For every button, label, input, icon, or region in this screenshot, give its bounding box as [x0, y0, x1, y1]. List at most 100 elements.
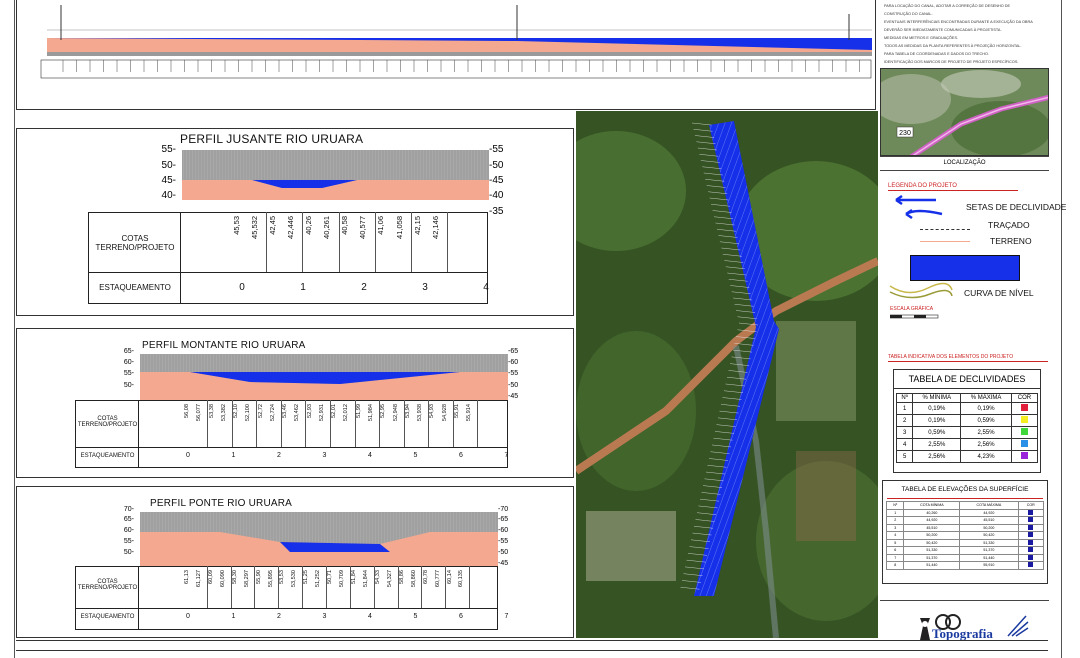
table-row: 6 51,330 51,370 [885, 546, 1044, 555]
color-swatch [1020, 404, 1028, 411]
y-tick-right: -55 [498, 538, 509, 545]
color-swatch [1028, 509, 1034, 515]
y-tick-left: 65- [123, 348, 134, 355]
elevation-table: Nº COTA MÍNIMA COTA MÁXIMA COR 1 40,260 44,92… [885, 501, 1044, 570]
table-row: 4 50,200 50,420 [885, 531, 1044, 540]
y-tick-right: -55 [489, 144, 504, 155]
station-label: 3 [322, 613, 327, 620]
slope-table-header: % MÍNIMA [912, 393, 962, 403]
profile-title: PERFIL JUSANTE RIO URUARA [180, 132, 364, 146]
y-tick-left: 55- [161, 144, 176, 155]
cota-value: 58,30 [231, 570, 238, 584]
cota-value: 41,06 [376, 216, 386, 235]
station-label: 2 [361, 282, 367, 293]
cota-value: 60,090 [219, 570, 226, 588]
station-label: 0 [239, 282, 245, 293]
profile-section-drawing [140, 512, 498, 566]
cota-value: 54,33 [374, 570, 381, 584]
contour-lines-icon [889, 282, 953, 299]
cota-value: 53,938 [417, 404, 424, 422]
cota-value: 42,15 [412, 216, 422, 235]
color-swatch [1028, 554, 1034, 560]
station-label: 3 [322, 451, 327, 459]
location-caption: LOCALIZAÇÃO [943, 160, 986, 166]
cota-value: 55,895 [267, 570, 274, 588]
location-map: 230 [880, 68, 1049, 156]
elevation-table-header: Nº [885, 501, 905, 510]
table-row: 3 0,59% 2,55% [895, 426, 1039, 439]
table-row: 3 45,510 50,200 [885, 523, 1044, 532]
cota-value: 52,931 [318, 404, 325, 422]
y-tick-left: 45- [161, 175, 176, 186]
cota-value: 56,08 [184, 404, 190, 418]
y-tick-right: -70 [498, 506, 509, 513]
cota-value: 53,38 [208, 404, 215, 418]
y-tick-right: -45 [489, 175, 504, 186]
legend-item-contour: CURVA DE NÍVEL [964, 288, 1034, 298]
table-row: 2 0,19% 0,59% [895, 414, 1039, 427]
y-tick-right: -40 [489, 190, 504, 201]
station-label: 0 [186, 451, 190, 459]
cota-value: 40,58 [340, 216, 350, 235]
row-label-estaq: ESTAQUEAMENTO [80, 614, 135, 620]
cota-value: 55,914 [466, 404, 473, 422]
slope-table-header: Nº [895, 393, 914, 403]
top-notes: PARA LOCAÇÃO DO CANAL, ADOTAR A CORREÇÃO… [884, 0, 1046, 68]
cota-value: 53,46 [282, 404, 289, 418]
cota-value: 54,928 [441, 404, 448, 422]
longitudinal-profile-panel [16, 0, 876, 110]
y-tick-right: -60 [498, 527, 509, 534]
elevation-table-header: COR [1017, 501, 1044, 510]
profile-section-drawing [140, 354, 508, 400]
cota-value: 53,462 [294, 404, 301, 422]
station-label: 4 [368, 613, 372, 620]
table-row: 1 40,260 44,920 [885, 508, 1044, 517]
cota-value: 60,78 [422, 570, 429, 584]
note-line: PARA TABELA DE COORDENADAS E DADOS DO TR… [884, 52, 990, 56]
legend-item-route: TRAÇADO [988, 220, 1030, 230]
note-line: MEDIDAS EM METROS E GRADUAÇÕES. [884, 36, 959, 40]
cota-value: 56,077 [196, 404, 203, 422]
slope-table-box: TABELA DE DECLIVIDADES Nº% MÍNIMA% MÁXIM… [893, 369, 1041, 473]
cota-value: 42,146 [430, 216, 440, 239]
cota-value: 50,709 [339, 570, 346, 588]
station-label: 7 [504, 451, 509, 459]
row-label-estaq: ESTAQUEAMENTO [99, 283, 171, 292]
cota-value: 45,53 [232, 216, 241, 235]
plan-view-drawing [576, 111, 878, 638]
table-row: 2 44,920 45,510 [885, 516, 1044, 525]
elevation-table-header: COTA MÁXIMA [959, 501, 1019, 510]
y-tick-right: -35 [489, 206, 504, 217]
station-label: 1 [231, 613, 236, 620]
station-label: 5 [413, 451, 418, 459]
note-line: IDENTIFICAÇÃO DOS MARCOS DE PROJETO DE P… [884, 60, 1019, 64]
y-tick-left: 55- [123, 538, 134, 545]
row-label-estaq: ESTAQUEAMENTO [80, 452, 135, 459]
scale-heading: ESCALA GRÁFICA [890, 306, 934, 312]
cota-value: 58,860 [410, 570, 417, 588]
color-swatch [1028, 532, 1034, 538]
station-label: 7 [504, 613, 509, 620]
slope-arrows-icon [895, 194, 943, 220]
y-tick-left: 65- [123, 516, 134, 523]
station-label: 4 [368, 451, 372, 459]
y-tick-right: -65 [508, 348, 519, 355]
elevation-table-title: TABELA DE ELEVAÇÕES DA SUPERFÍCIE [901, 486, 1029, 493]
cota-value: 50,71 [327, 570, 334, 584]
station-label: 6 [459, 451, 463, 459]
cota-value: 40,26 [304, 216, 314, 235]
slope-table: Nº% MÍNIMA% MÁXIMA COR 1 0,19% 0,19% 2 0,19% 0… [895, 393, 1039, 463]
y-tick-left: 40- [161, 190, 176, 201]
cota-value: 60,135 [458, 570, 465, 588]
y-tick-left: 55- [123, 370, 134, 377]
longitudinal-profile-drawing [40, 5, 872, 79]
cota-value: 53,94 [404, 404, 411, 418]
cota-value: 61,13 [184, 570, 190, 584]
note-line: PARA LOCAÇÃO DO CANAL, ADOTAR A CORREÇÃO… [884, 4, 1011, 8]
cota-value: 52,100 [245, 404, 252, 422]
y-tick-left: 50- [161, 160, 176, 171]
slope-table-header: % MÁXIMA [960, 393, 1012, 403]
cota-value: 52,10 [233, 404, 240, 418]
plan-view-satellite [576, 111, 878, 638]
row-label-cotas: COTAS TERRENO/PROJETO [95, 234, 175, 252]
